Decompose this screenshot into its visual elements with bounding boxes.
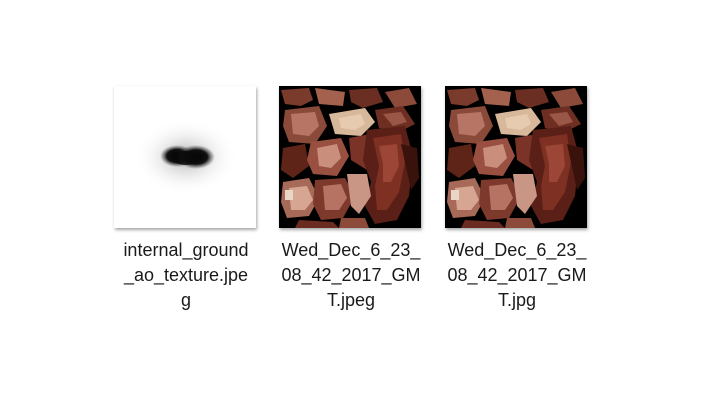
file-thumbnail-shoe-atlas[interactable] — [279, 86, 421, 228]
file-item-internal-ground-ao-texture[interactable]: internal_ground _ao_texture.jpe g — [110, 86, 262, 313]
file-thumbnail-shoe-atlas[interactable] — [445, 86, 587, 228]
file-name-line: 08_42_2017_GM — [447, 265, 587, 285]
file-name-label: Wed_Dec_6_23_ 08_42_2017_GM T.jpeg — [275, 238, 427, 313]
file-name-label: Wed_Dec_6_23_ 08_42_2017_GM T.jpg — [441, 238, 593, 313]
file-name-line: 08_42_2017_GM — [281, 265, 421, 285]
file-item-wed-dec-6-jpg[interactable]: Wed_Dec_6_23_ 08_42_2017_GM T.jpg — [441, 86, 593, 313]
file-name-line: _ao_texture.jpe — [123, 265, 249, 285]
file-name-line: T.jpg — [497, 290, 537, 310]
file-name-label: internal_ground _ao_texture.jpe g — [110, 238, 262, 313]
file-name-line: internal_ground — [123, 240, 249, 260]
file-name-line: T.jpeg — [326, 290, 376, 310]
shoe-texture-image — [279, 86, 421, 228]
file-explorer-view: internal_ground _ao_texture.jpe g Wed_De… — [0, 0, 720, 405]
file-name-line: g — [180, 290, 191, 310]
file-thumbnail-ao-texture[interactable] — [114, 86, 256, 228]
shoe-texture-image — [445, 86, 587, 228]
file-item-wed-dec-6-jpeg[interactable]: Wed_Dec_6_23_ 08_42_2017_GM T.jpeg — [275, 86, 427, 313]
file-name-line: Wed_Dec_6_23_ — [447, 240, 587, 260]
file-name-line: Wed_Dec_6_23_ — [281, 240, 421, 260]
ao-shadow-image — [114, 86, 256, 228]
